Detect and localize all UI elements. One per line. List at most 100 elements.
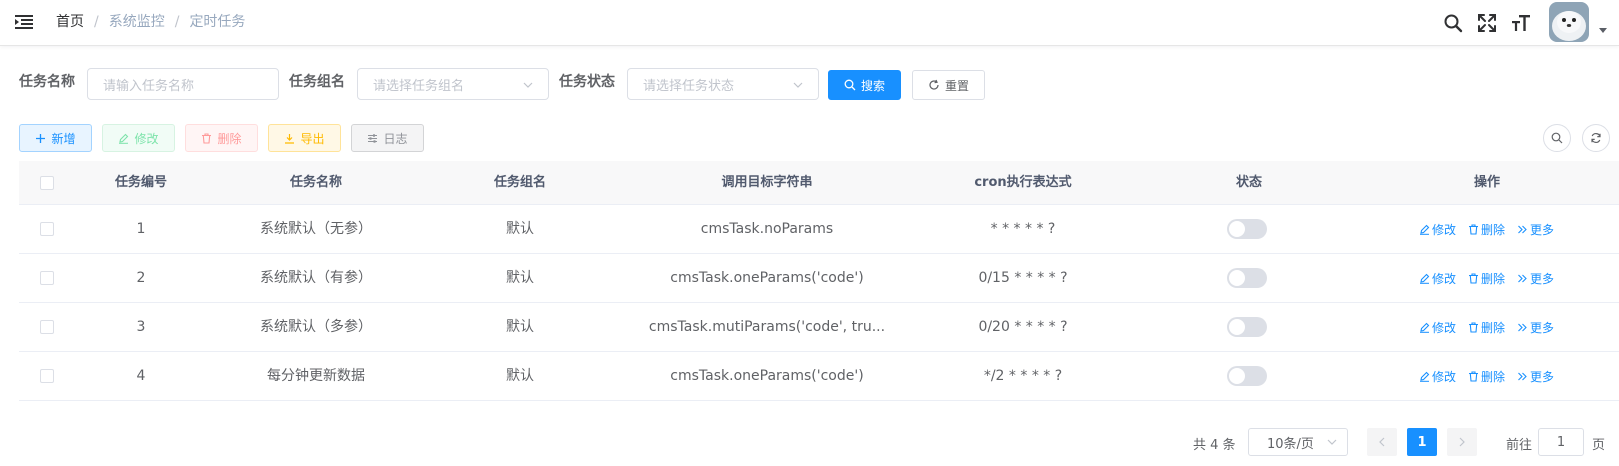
table-row: 2 系统默认（有参） 默认 cmsTask.oneParams('code') … <box>19 254 1619 303</box>
breadcrumb-home[interactable]: 首页 <box>56 12 84 32</box>
column-header-invoke-target: 调用目标字符串 <box>721 175 813 190</box>
cell-cron: */2 * * * * ? <box>983 368 1063 384</box>
row-actions: 修改 删除 更多 <box>1419 303 1566 352</box>
log-button[interactable]: 日志 <box>351 124 424 152</box>
job-status-select[interactable]: 请选择任务状态 <box>627 68 819 100</box>
hamburger-menu-icon[interactable] <box>14 12 34 32</box>
row-delete-link[interactable]: 删除 <box>1468 270 1505 287</box>
chevron-down-icon <box>1327 437 1337 447</box>
row-actions: 修改 删除 更多 <box>1419 352 1566 401</box>
trash-icon <box>1468 371 1479 382</box>
double-arrow-right-icon <box>1517 322 1528 333</box>
next-page-button[interactable] <box>1447 428 1477 456</box>
trash-icon <box>1468 322 1479 333</box>
cell-job-group: 默认 <box>506 221 534 237</box>
fullscreen-icon[interactable] <box>1477 13 1497 33</box>
row-checkbox[interactable] <box>40 222 54 236</box>
edit-button[interactable]: 修改 <box>102 124 175 152</box>
status-switch[interactable] <box>1227 219 1267 239</box>
row-edit-link[interactable]: 修改 <box>1419 319 1456 336</box>
breadcrumb-separator: / <box>94 14 99 30</box>
cell-cron: 0/15 * * * * ? <box>978 270 1068 286</box>
refresh-icon <box>1590 132 1602 144</box>
row-delete-link[interactable]: 删除 <box>1468 221 1505 238</box>
status-switch[interactable] <box>1227 317 1267 337</box>
search-icon[interactable] <box>1443 13 1463 33</box>
job-status-label: 任务状态 <box>559 74 615 90</box>
select-all-checkbox[interactable] <box>40 175 54 190</box>
user-avatar-dropdown[interactable] <box>1549 0 1611 46</box>
avatar[interactable] <box>1549 2 1589 42</box>
page-number-current[interactable]: 1 <box>1407 428 1437 456</box>
job-status-placeholder: 请选择任务状态 <box>643 78 735 94</box>
row-delete-label: 删除 <box>1481 370 1506 384</box>
row-more-label: 更多 <box>1530 370 1555 384</box>
cell-job-group: 默认 <box>506 270 534 286</box>
font-size-icon[interactable] <box>1511 13 1531 33</box>
row-edit-label: 修改 <box>1432 223 1457 237</box>
search-button-label: 搜索 <box>860 78 885 93</box>
edit-icon <box>1419 224 1430 235</box>
row-edit-link[interactable]: 修改 <box>1419 270 1456 287</box>
row-delete-link[interactable]: 删除 <box>1468 368 1505 385</box>
breadcrumb: 首页 / 系统监控 / 定时任务 <box>56 12 245 32</box>
status-switch[interactable] <box>1227 268 1267 288</box>
search-button[interactable]: 搜索 <box>828 70 901 100</box>
chevron-down-icon <box>793 79 803 89</box>
refresh-table-button[interactable] <box>1582 124 1610 152</box>
cell-job-id: 4 <box>136 368 146 384</box>
edit-button-label: 修改 <box>134 131 159 146</box>
edit-icon <box>1419 322 1430 333</box>
row-actions: 修改 删除 更多 <box>1419 205 1566 254</box>
row-more-label: 更多 <box>1530 321 1555 335</box>
trash-icon <box>1468 224 1479 235</box>
add-button[interactable]: 新增 <box>19 124 92 152</box>
row-checkbox[interactable] <box>40 320 54 334</box>
delete-button[interactable]: 删除 <box>185 124 258 152</box>
cell-invoke-target: cmsTask.noParams <box>700 221 834 237</box>
breadcrumb-current: 定时任务 <box>189 14 246 30</box>
toggle-search-button[interactable] <box>1543 124 1571 152</box>
download-icon <box>284 133 295 144</box>
add-button-label: 新增 <box>51 131 76 146</box>
edit-icon <box>1419 371 1430 382</box>
job-group-select[interactable]: 请选择任务组名 <box>357 68 549 100</box>
caret-down-icon[interactable] <box>1599 28 1607 33</box>
job-name-input[interactable]: 请输入任务名称 <box>87 68 279 100</box>
row-more-link[interactable]: 更多 <box>1517 270 1554 287</box>
reset-button[interactable]: 重置 <box>912 70 985 100</box>
prev-page-button[interactable] <box>1367 428 1397 456</box>
row-edit-link[interactable]: 修改 <box>1419 221 1456 238</box>
edit-icon <box>1419 273 1430 284</box>
trash-icon <box>201 132 212 144</box>
breadcrumb-system-monitor[interactable]: 系统监控 <box>109 12 165 32</box>
row-more-link[interactable]: 更多 <box>1517 221 1554 238</box>
column-header-status: 状态 <box>1235 175 1262 190</box>
page-size-select[interactable]: 10条/页 <box>1248 428 1348 456</box>
page-size-value: 10条/页 <box>1267 436 1314 452</box>
status-switch[interactable] <box>1227 366 1267 386</box>
cell-invoke-target: cmsTask.oneParams('code') <box>670 270 864 286</box>
job-name-placeholder: 请输入任务名称 <box>103 78 195 94</box>
row-delete-link[interactable]: 删除 <box>1468 319 1505 336</box>
cell-job-name: 每分钟更新数据 <box>267 368 365 384</box>
row-more-link[interactable]: 更多 <box>1517 368 1554 385</box>
cell-job-id: 3 <box>136 319 146 335</box>
cell-job-id: 2 <box>136 270 146 286</box>
right-menu <box>1443 0 1619 46</box>
search-icon <box>844 79 856 91</box>
reset-button-label: 重置 <box>944 78 969 93</box>
goto-page-input[interactable]: 1 <box>1538 428 1584 456</box>
job-group-placeholder: 请选择任务组名 <box>373 78 465 94</box>
row-actions: 修改 删除 更多 <box>1419 254 1566 303</box>
row-checkbox[interactable] <box>40 369 54 383</box>
row-checkbox[interactable] <box>40 271 54 285</box>
row-edit-label: 修改 <box>1432 321 1457 335</box>
navbar: 首页 / 系统监控 / 定时任务 <box>0 0 1619 46</box>
row-edit-link[interactable]: 修改 <box>1419 368 1456 385</box>
export-button[interactable]: 导出 <box>268 124 341 152</box>
row-delete-label: 删除 <box>1481 223 1506 237</box>
column-header-job-group: 任务组名 <box>493 175 546 190</box>
row-more-link[interactable]: 更多 <box>1517 319 1554 336</box>
search-icon <box>1551 132 1563 144</box>
